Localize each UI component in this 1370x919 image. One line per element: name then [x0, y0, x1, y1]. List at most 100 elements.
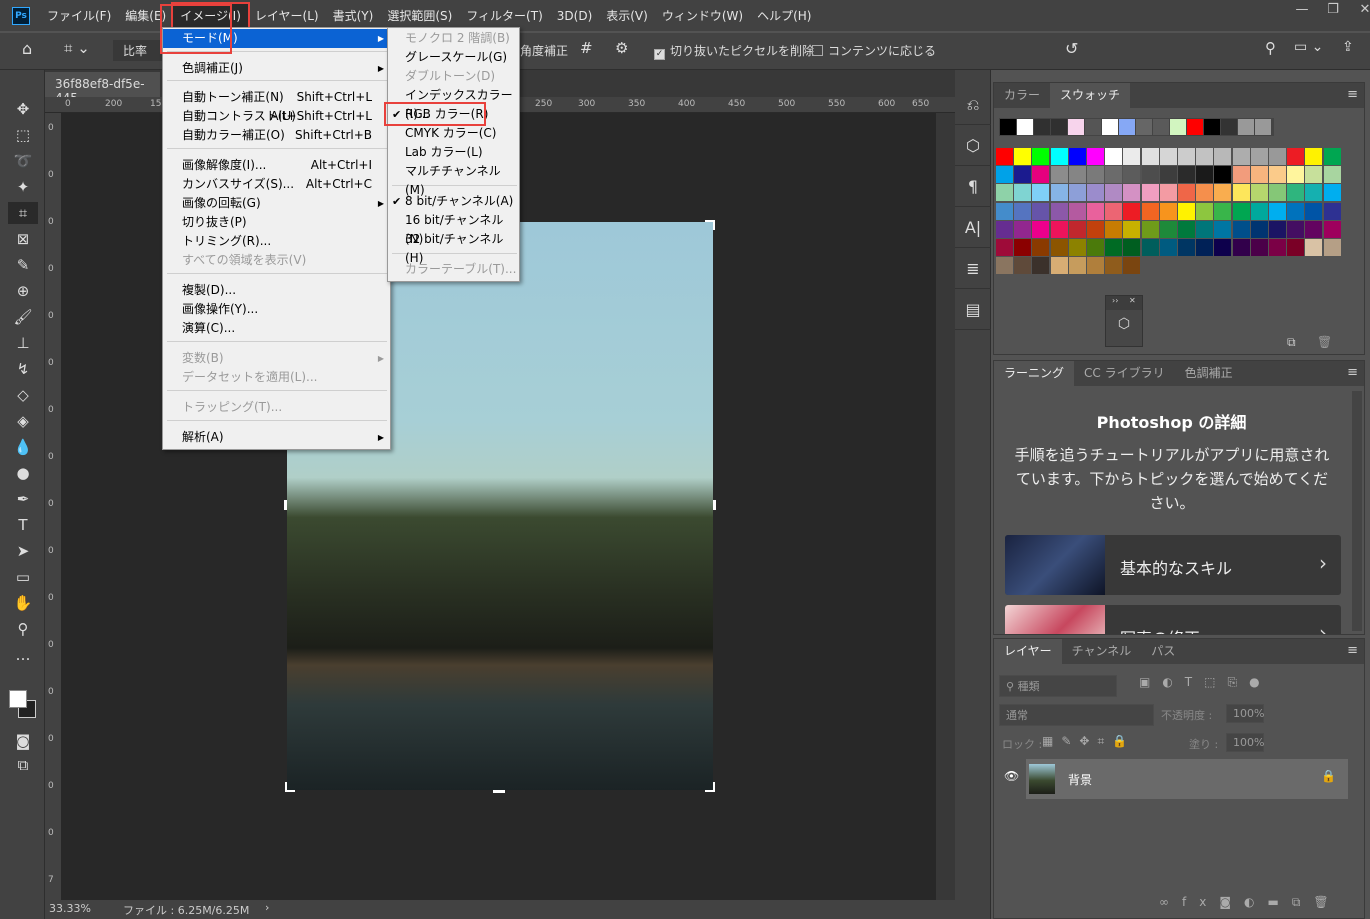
mode-menu-item[interactable]: マルチチャンネル(M) [388, 162, 519, 181]
swatch[interactable] [1123, 257, 1140, 274]
swatch[interactable] [1085, 119, 1101, 135]
swatch[interactable] [1221, 119, 1237, 135]
mode-menu-item[interactable]: ✔8 bit/チャンネル(A) [388, 192, 519, 211]
zoom-icon[interactable]: ⚲ [8, 618, 38, 640]
swatch[interactable] [1136, 119, 1152, 135]
swatch[interactable] [1251, 148, 1268, 165]
swatch[interactable] [1324, 166, 1341, 183]
tab-channels[interactable]: チャンネル [1062, 639, 1142, 664]
swatch[interactable] [1251, 203, 1268, 220]
swatch[interactable] [1014, 221, 1031, 238]
swatch[interactable] [1032, 148, 1049, 165]
quick-mask-icon[interactable]: ◙ [8, 730, 38, 752]
canvas-scrollbar[interactable] [936, 113, 955, 900]
swatch[interactable] [1178, 184, 1195, 201]
image-menu-item[interactable]: 解析(A)▶ [163, 428, 390, 447]
swatch[interactable] [1287, 148, 1304, 165]
swatch[interactable] [1160, 203, 1177, 220]
swatch[interactable] [1269, 148, 1286, 165]
brush-icon[interactable]: 🖌 [8, 306, 38, 328]
swatch[interactable] [1105, 239, 1122, 256]
swatch[interactable] [1105, 184, 1122, 201]
adjustment-icon[interactable]: ◐ [1244, 895, 1267, 909]
swatch[interactable] [1087, 148, 1104, 165]
swatch[interactable] [1014, 148, 1031, 165]
swatch[interactable] [1014, 239, 1031, 256]
swatch[interactable] [1105, 148, 1122, 165]
swatch[interactable] [1014, 257, 1031, 274]
layer-row[interactable]: 背景 🔒 [1026, 759, 1348, 799]
swatch[interactable] [1160, 239, 1177, 256]
swatch[interactable] [1014, 184, 1031, 201]
frame-tool-icon[interactable]: ⊠ [8, 228, 38, 250]
swatch[interactable] [1153, 119, 1169, 135]
swatch[interactable] [1142, 166, 1159, 183]
swatch[interactable] [1305, 221, 1322, 238]
tab-color[interactable]: カラー [994, 83, 1050, 108]
share-icon[interactable]: ⇪ [1342, 39, 1354, 55]
swatch[interactable] [1287, 239, 1304, 256]
swatch[interactable] [1178, 166, 1195, 183]
image-menu-item[interactable]: データセットを適用(L)... [163, 368, 390, 387]
gear-icon[interactable]: ⚙ [615, 39, 628, 57]
swatch[interactable] [1305, 148, 1322, 165]
mode-menu-item[interactable]: ダブルトーン(D) [388, 67, 519, 86]
swatch[interactable] [1178, 239, 1195, 256]
marquee-tool-icon[interactable]: ⬚ [8, 124, 38, 146]
crop-handle[interactable] [713, 500, 716, 510]
document-tab[interactable]: 36f88ef8-df5e-445 [45, 72, 160, 97]
swatch[interactable] [1305, 184, 1322, 201]
folder-icon[interactable]: ▬ [1267, 895, 1291, 909]
swatch[interactable] [1251, 184, 1268, 201]
screen-mode-icon[interactable]: ⧉ [8, 754, 38, 776]
image-menu-item[interactable]: 自動カラー補正(O)Shift+Ctrl+B [163, 126, 390, 145]
image-menu-item[interactable]: すべての領域を表示(V) [163, 251, 390, 270]
image-menu-item[interactable]: カンバスサイズ(S)...Alt+Ctrl+C [163, 175, 390, 194]
3d-material-icon[interactable]: ⬡ [1106, 316, 1142, 332]
magic-wand-icon[interactable]: ✦ [8, 176, 38, 198]
swatch[interactable] [1032, 184, 1049, 201]
swatch[interactable] [1160, 184, 1177, 201]
tutorial-card[interactable]: 写真の修正 › [1005, 605, 1341, 635]
swatch[interactable] [1160, 166, 1177, 183]
swatch[interactable] [1178, 148, 1195, 165]
swatch[interactable] [1233, 184, 1250, 201]
move-tool-icon[interactable]: ✥ [8, 98, 38, 120]
swatch[interactable] [1051, 221, 1068, 238]
swatch[interactable] [1068, 119, 1084, 135]
status-arrow[interactable]: › [265, 901, 269, 914]
crop-tool-icon[interactable]: ⌗ [8, 202, 38, 224]
swatch[interactable] [1069, 148, 1086, 165]
healing-brush-icon[interactable]: ⊕ [8, 280, 38, 302]
swatch[interactable] [996, 184, 1013, 201]
mode-menu-item[interactable]: CMYK カラー(C) [388, 124, 519, 143]
swatch[interactable] [1233, 203, 1250, 220]
swatch[interactable] [1324, 184, 1341, 201]
swatch[interactable] [1014, 203, 1031, 220]
link-icon[interactable]: ∞ [1159, 895, 1182, 909]
swatch[interactable] [1196, 221, 1213, 238]
trash-icon[interactable]: 🗑 [1317, 335, 1332, 349]
lock-icons[interactable]: ▦✎✥⌗🔒 [1042, 734, 1135, 749]
workspace-icon[interactable]: ▭ ⌄ [1294, 39, 1323, 55]
image-menu-item[interactable]: 自動コントラスト(U)Alt+Shift+Ctrl+L [163, 107, 390, 126]
learn-scrollbar[interactable] [1352, 391, 1362, 631]
swatch[interactable] [1142, 184, 1159, 201]
tab-layers[interactable]: レイヤー [994, 639, 1062, 664]
swatch[interactable] [1255, 119, 1271, 135]
panel-menu-icon[interactable]: ≡ [1347, 87, 1358, 102]
opacity-input[interactable]: 100% [1226, 704, 1264, 723]
swatch[interactable] [1032, 166, 1049, 183]
tab-cc-libraries[interactable]: CC ライブラリ [1074, 361, 1175, 386]
swatch[interactable] [1123, 221, 1140, 238]
tab-learn[interactable]: ラーニング [994, 361, 1074, 386]
swatch[interactable] [1032, 221, 1049, 238]
swatch[interactable] [1087, 203, 1104, 220]
menu-7[interactable]: 3D(D) [550, 4, 599, 28]
history-brush-icon[interactable]: ↯ [8, 358, 38, 380]
swatch[interactable] [1214, 239, 1231, 256]
swatch[interactable] [1238, 119, 1254, 135]
swatch[interactable] [996, 166, 1013, 183]
layer-filter-icons[interactable]: ▣◐T⬚⎘● [1139, 675, 1272, 690]
swatch[interactable] [1051, 257, 1068, 274]
